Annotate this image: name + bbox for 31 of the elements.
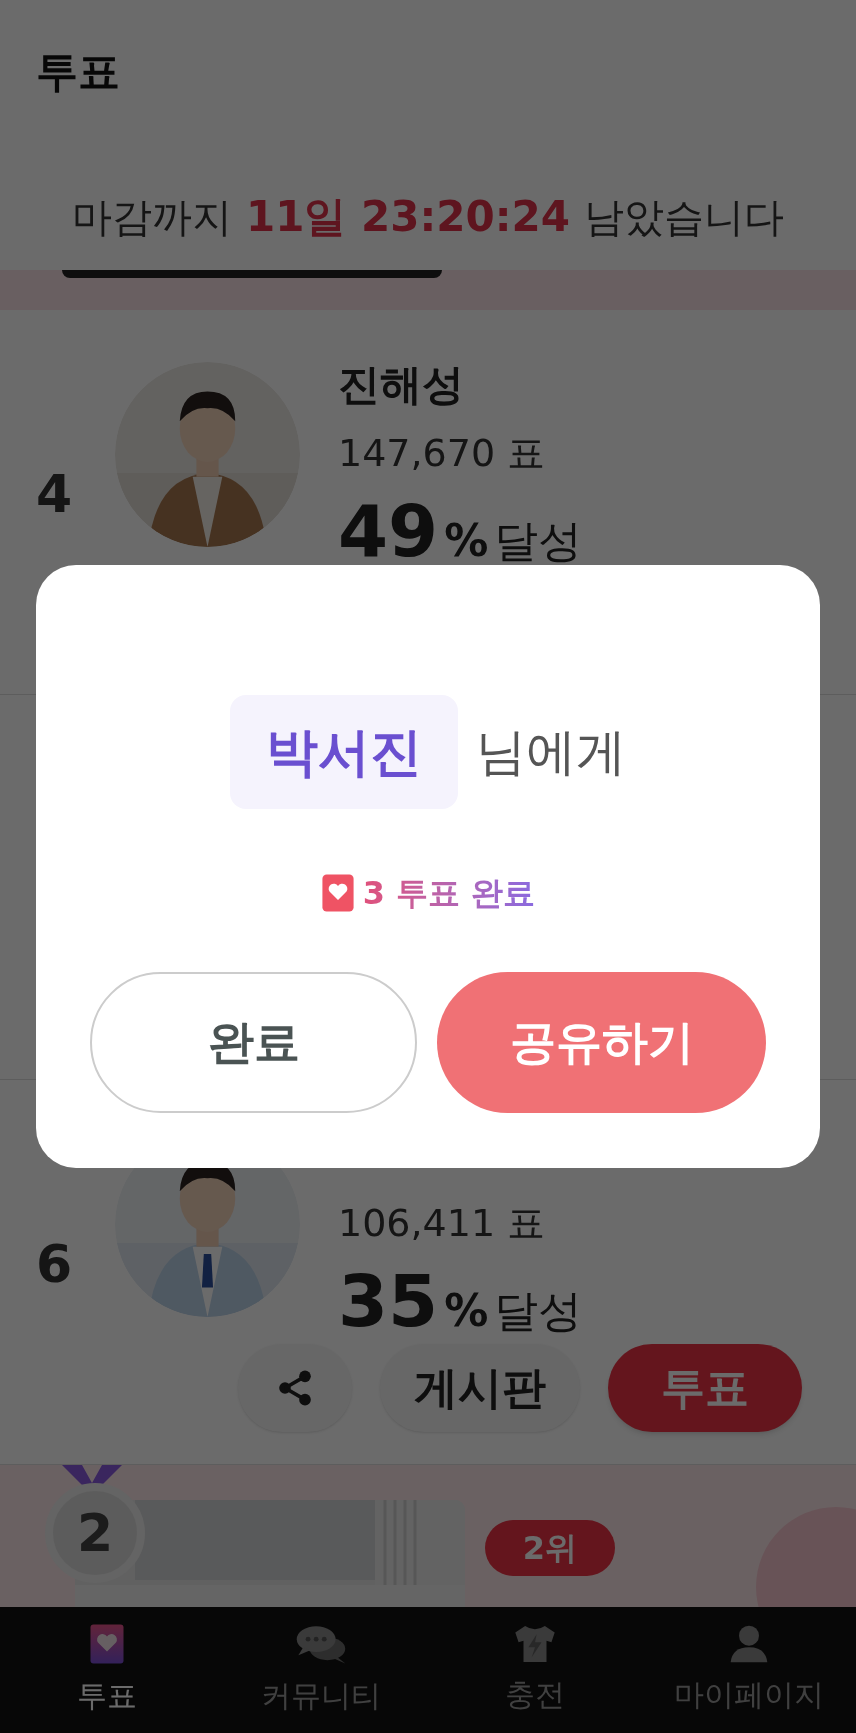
achievement-label: 달성: [494, 514, 583, 568]
vote-count: 147,670 표: [338, 430, 547, 477]
medal-ribbon-icon: [62, 1465, 122, 1485]
person-icon: [729, 1623, 769, 1664]
countdown-label: 마감까지: [72, 193, 232, 242]
vote-count: 106,411 표: [338, 1200, 547, 1247]
achievement-label: 달성: [494, 1284, 583, 1338]
board-button[interactable]: 게시판: [380, 1344, 580, 1432]
countdown-time: 11일 23:20:24: [246, 191, 570, 243]
achievement-percent: 49: [338, 491, 439, 571]
share-button[interactable]: 공유하기: [437, 972, 766, 1113]
rank-number: 4: [36, 463, 74, 526]
nav-tab[interactable]: 마이페이지: [642, 1607, 856, 1733]
done-button[interactable]: 완료: [90, 972, 417, 1113]
percent-sign: %: [444, 1284, 489, 1338]
nav-tab[interactable]: 충전: [428, 1607, 642, 1733]
candidate-name: 진해성: [338, 359, 465, 411]
recipient-suffix: 님에게: [476, 721, 626, 783]
heart-card-icon: [320, 873, 355, 913]
shirt-bolt-icon: [512, 1623, 558, 1664]
rank-badge: 2위: [485, 1520, 615, 1576]
recipient-name: 박서진: [230, 695, 458, 809]
page-title: 투표: [36, 46, 120, 98]
achievement-percent: 35: [338, 1261, 439, 1341]
vote-button[interactable]: 투표: [608, 1344, 802, 1432]
nav-tab[interactable]: 투표: [0, 1607, 214, 1733]
nav-tab[interactable]: 커뮤니티: [214, 1607, 428, 1733]
percent-sign: %: [444, 514, 489, 568]
countdown-label: 남았습니다: [584, 193, 784, 242]
rank-number: 6: [36, 1233, 74, 1296]
heart-card-icon: [89, 1622, 125, 1665]
